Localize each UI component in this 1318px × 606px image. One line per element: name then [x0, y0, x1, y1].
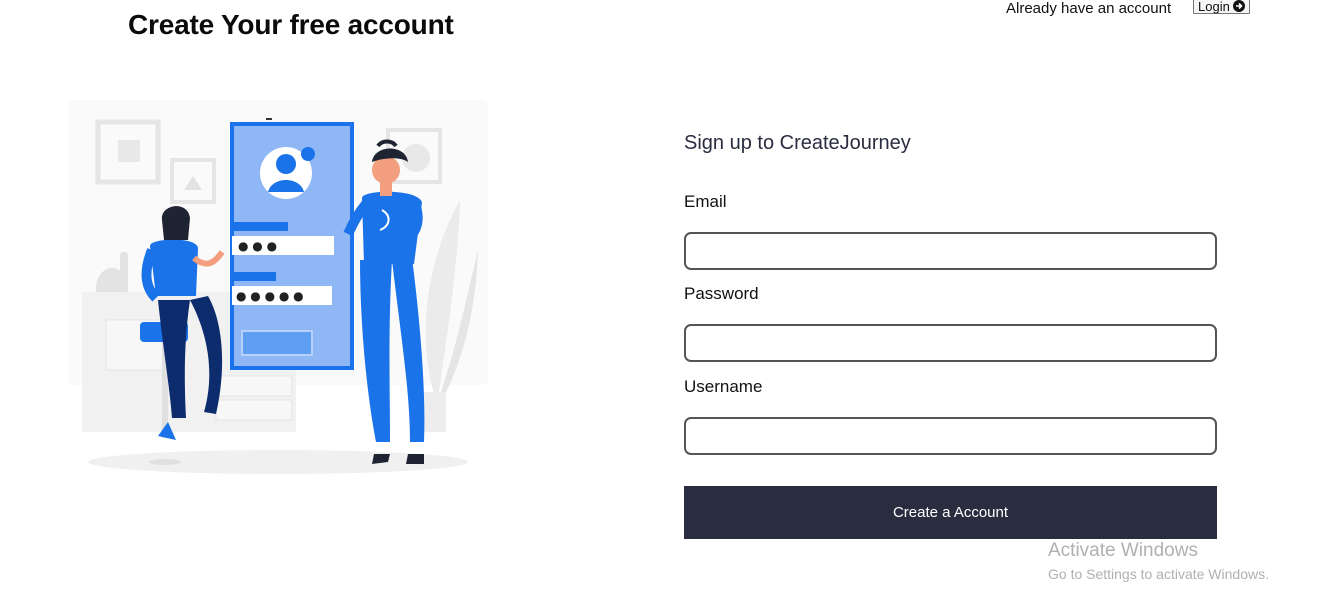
email-label: Email: [684, 192, 727, 211]
password-field[interactable]: [684, 324, 1217, 362]
top-login-bar: Already have an account Login: [1000, 0, 1270, 18]
login-label: Login: [1198, 0, 1230, 14]
password-dots-short: ● ● ●: [238, 239, 277, 253]
watermark-subtitle: Go to Settings to activate Windows.: [1048, 566, 1269, 582]
login-button[interactable]: Login: [1193, 0, 1250, 14]
page-title: Create Your free account: [128, 9, 454, 40]
already-have-account-text: Already have an account: [1006, 0, 1172, 17]
form-heading: Sign up to CreateJourney: [684, 132, 911, 154]
password-label: Password: [684, 284, 759, 303]
watermark-title: Activate Windows: [1048, 540, 1198, 561]
arrow-right-circle-icon: [1232, 0, 1245, 12]
username-field[interactable]: [684, 417, 1217, 455]
signup-illustration: ● ● ● ● ● ● ● ●: [66, 100, 490, 480]
activate-windows-watermark: Activate Windows Go to Settings to activ…: [1048, 540, 1269, 582]
create-account-button[interactable]: Create a Account: [684, 486, 1217, 539]
password-dots-long: ● ● ● ● ●: [236, 289, 304, 303]
email-field[interactable]: [684, 232, 1217, 270]
username-label: Username: [684, 377, 763, 396]
